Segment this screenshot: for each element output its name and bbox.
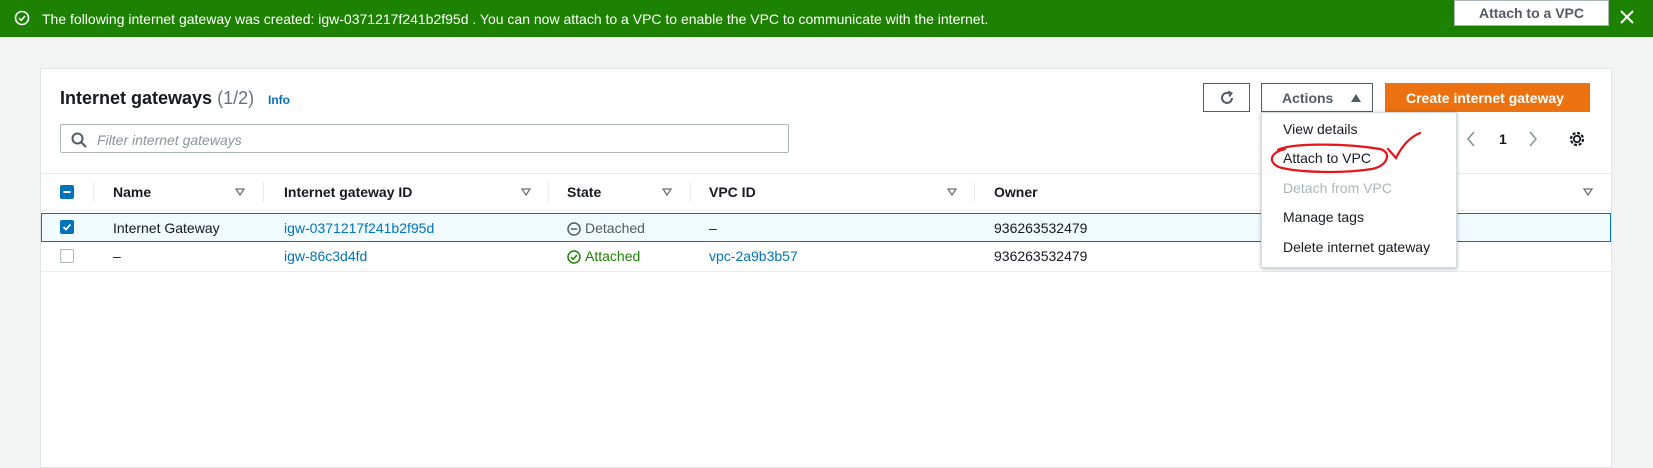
select-all-checkbox[interactable]: [60, 185, 74, 199]
create-label: Create internet gateway: [1406, 90, 1564, 106]
column-separator: [93, 182, 94, 202]
menu-item-manage-tags[interactable]: Manage tags: [1283, 209, 1364, 225]
column-separator: [690, 182, 691, 202]
column-header-gateway-id[interactable]: Internet gateway ID: [284, 174, 412, 210]
cell-state: Attached: [567, 242, 640, 271]
success-check-icon: [567, 250, 581, 264]
column-label: Internet gateway ID: [284, 184, 413, 200]
sort-down-icon[interactable]: [1583, 188, 1593, 196]
check-icon: [62, 223, 72, 231]
column-separator: [548, 182, 549, 202]
sort-down-icon[interactable]: [947, 188, 957, 196]
actions-label: Actions: [1282, 90, 1334, 106]
success-flash-banner: The following internet gateway was creat…: [0, 0, 1653, 37]
cell-gateway-id-link[interactable]: igw-0371217f241b2f95d: [284, 214, 434, 243]
success-check-icon: [14, 10, 30, 26]
sort-down-icon[interactable]: [662, 188, 672, 196]
current-page[interactable]: 1: [1499, 131, 1507, 147]
caret-up-icon: [1351, 94, 1361, 102]
refresh-icon: [1221, 90, 1234, 104]
column-label: Name: [113, 184, 152, 200]
column-label: State: [567, 184, 602, 200]
actions-dropdown-button[interactable]: Actions: [1261, 83, 1373, 112]
row-checkbox[interactable]: [60, 249, 74, 263]
close-icon[interactable]: [1616, 6, 1638, 28]
title-text: Internet gateways: [60, 88, 213, 108]
cell-owner: 936263532479: [994, 220, 1088, 236]
filter-box: [60, 124, 789, 153]
selection-count: (1/2): [217, 88, 255, 108]
cell-state: Detached: [567, 214, 645, 243]
cell-name: Internet Gateway: [113, 220, 220, 236]
column-header-state[interactable]: State: [567, 174, 601, 210]
column-header-vpc-id[interactable]: VPC ID: [709, 174, 756, 210]
create-internet-gateway-button[interactable]: Create internet gateway: [1385, 83, 1590, 112]
sort-down-icon[interactable]: [235, 188, 245, 196]
cell-vpc-id-link[interactable]: vpc-2a9b3b57: [709, 242, 798, 271]
row-checkbox[interactable]: [60, 220, 74, 234]
sort-down-icon[interactable]: [521, 188, 531, 196]
search-icon: [71, 132, 87, 148]
refresh-button[interactable]: [1203, 83, 1250, 112]
state-text: Attached: [585, 248, 641, 264]
menu-item-delete-internet-gateway[interactable]: Delete internet gateway: [1283, 239, 1430, 255]
menu-item-attach-to-vpc[interactable]: Attach to VPC: [1283, 150, 1371, 166]
filter-input[interactable]: [95, 128, 779, 151]
actions-menu: View details Attach to VPC Detach from V…: [1261, 112, 1457, 268]
cell-vpc-id: –: [709, 220, 717, 236]
stopped-icon: [567, 222, 581, 236]
cell-owner: 936263532479: [994, 248, 1088, 264]
column-header-owner[interactable]: Owner: [994, 174, 1038, 210]
column-label: VPC ID: [709, 184, 756, 200]
cell-gateway-id-link[interactable]: igw-86c3d4fd: [284, 242, 367, 271]
column-header-name[interactable]: Name: [113, 174, 151, 210]
menu-item-detach-from-vpc: Detach from VPC: [1283, 180, 1392, 196]
column-separator: [974, 182, 975, 202]
column-label: Owner: [994, 184, 1038, 200]
info-link[interactable]: Info: [268, 93, 290, 107]
chevron-left-icon[interactable]: [1465, 130, 1477, 148]
state-text: Detached: [585, 220, 645, 236]
gear-icon[interactable]: [1568, 130, 1586, 148]
flash-message: The following internet gateway was creat…: [42, 11, 989, 27]
attach-to-vpc-button[interactable]: Attach to a VPC: [1454, 0, 1609, 26]
cell-name: –: [113, 248, 121, 264]
minus-icon: [63, 191, 71, 193]
menu-item-view-details[interactable]: View details: [1283, 121, 1357, 137]
page-title: Internet gateways (1/2): [60, 88, 254, 109]
column-separator: [263, 182, 264, 202]
chevron-right-icon[interactable]: [1527, 130, 1539, 148]
